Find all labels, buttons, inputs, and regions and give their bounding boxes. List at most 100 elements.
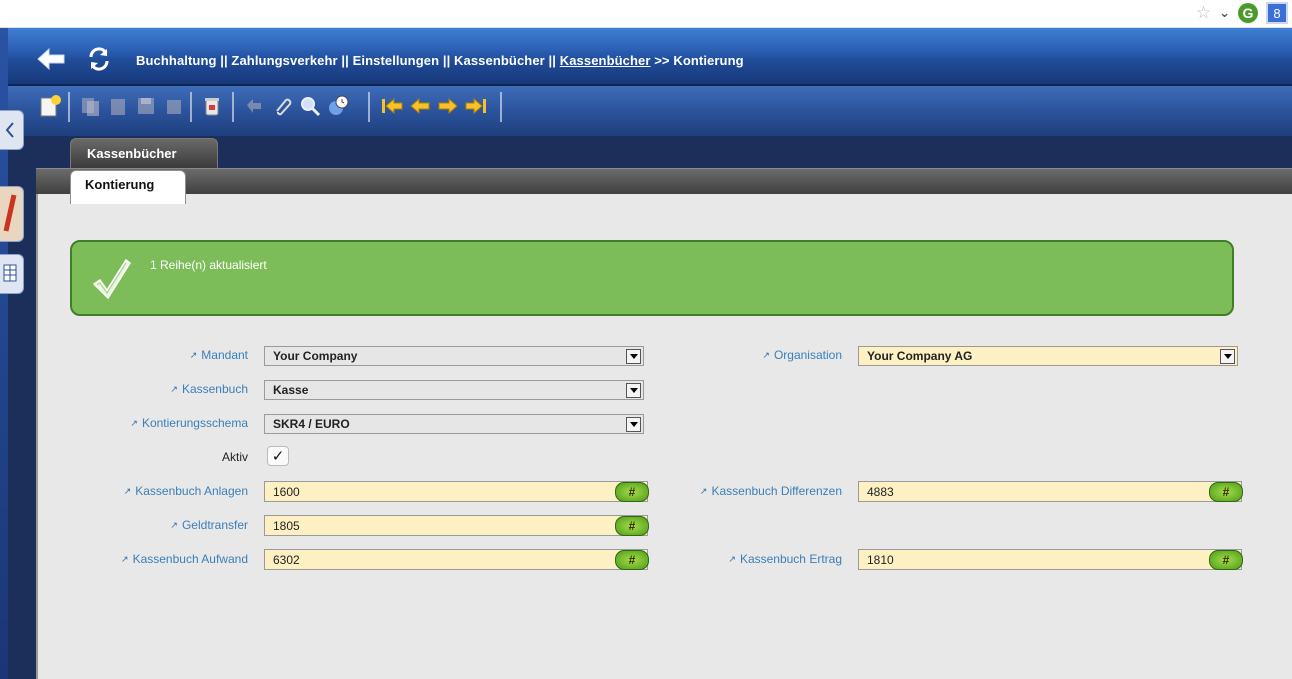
zoom-arrow-icon[interactable]: ↗ [728, 554, 736, 564]
aktiv-checkbox[interactable]: ✓ [267, 446, 289, 466]
first-record-button[interactable] [380, 94, 404, 118]
aktiv-label: Aktiv [221, 450, 248, 464]
zoom-arrow-icon[interactable]: ↗ [170, 520, 178, 530]
success-message-text: 1 Reihe(n) aktualisiert [150, 258, 267, 272]
save-button[interactable] [134, 94, 158, 118]
breadcrumb: Buchhaltung || Zahlungsverkehr || Einste… [136, 53, 744, 68]
kassenbuch-ertrag-label-text: Kassenbuch Ertrag [739, 552, 842, 566]
geldtransfer-value: 1805 [273, 519, 300, 533]
chevron-down-icon[interactable] [626, 417, 641, 432]
geldtransfer-input[interactable]: 1805 # [264, 515, 649, 536]
geldtransfer-label-text: Geldtransfer [181, 518, 248, 532]
paste-icon [111, 99, 125, 115]
breadcrumb-link-kassenbuecher[interactable]: Kassenbücher [560, 53, 651, 68]
header-bar: Buchhaltung || Zahlungsverkehr || Einste… [8, 28, 1292, 86]
previous-record-icon [410, 97, 430, 115]
last-record-button[interactable] [464, 94, 488, 118]
floppy-disk-icon [138, 98, 154, 114]
chevron-down-icon[interactable]: ⌄ [1219, 5, 1230, 21]
refresh-button[interactable] [84, 46, 114, 72]
side-tab-collapse[interactable] [0, 110, 24, 150]
checkmark-icon [92, 258, 132, 300]
attachment-button[interactable] [270, 94, 294, 118]
extension-8-icon[interactable]: 8 [1266, 2, 1288, 24]
copy-record-button[interactable] [78, 94, 102, 118]
kassenbuch-aufwand-label: ↗ Kassenbuch Aufwand [121, 552, 248, 566]
organisation-select[interactable]: Your Company AG [858, 346, 1238, 366]
account-lookup-button[interactable]: # [615, 482, 649, 502]
zoom-arrow-icon[interactable]: ↗ [190, 350, 198, 360]
back-button[interactable] [36, 46, 66, 72]
organisation-label-text: Organisation [773, 348, 842, 362]
kassenbuch-ertrag-value: 1810 [867, 553, 894, 567]
back-arrow-icon [37, 47, 65, 71]
kontierungsschema-value: SKR4 / EURO [273, 417, 350, 431]
refresh-icon [89, 47, 109, 71]
kontierungsschema-select[interactable]: SKR4 / EURO [264, 414, 644, 434]
kontierungsschema-label: ↗ Kontierungsschema [130, 416, 248, 430]
browser-icons: ☆ ⌄ G 8 [1196, 2, 1288, 24]
side-tab-grid[interactable] [0, 254, 24, 294]
success-message: 1 Reihe(n) aktualisiert [70, 240, 1234, 316]
kassenbuch-differenzen-label: ↗ Kassenbuch Differenzen [700, 484, 842, 498]
star-icon[interactable]: ☆ [1196, 3, 1211, 23]
save-new-button[interactable] [162, 94, 186, 118]
browser-toolbar-strip: ☆ ⌄ G 8 [0, 0, 1292, 28]
search-icon [301, 97, 321, 117]
account-lookup-button[interactable]: # [615, 516, 649, 536]
undo-icon [247, 99, 261, 113]
chevron-down-icon[interactable] [626, 349, 641, 364]
search-button[interactable] [298, 94, 322, 118]
kassenbuch-ertrag-input[interactable]: 1810 # [858, 549, 1243, 570]
mandant-label-text: Mandant [201, 348, 248, 362]
extension-g-icon[interactable]: G [1238, 3, 1258, 23]
account-lookup-button[interactable]: # [1209, 550, 1243, 570]
copy-icon [82, 98, 99, 116]
app-window: Buchhaltung || Zahlungsverkehr || Einste… [0, 28, 1292, 679]
organisation-label: ↗ Organisation [762, 348, 842, 362]
kassenbuch-anlagen-input[interactable]: 1600 # [264, 481, 649, 502]
zoom-arrow-icon[interactable]: ↗ [121, 554, 129, 564]
kassenbuch-label-text: Kassenbuch [181, 382, 248, 396]
next-record-button[interactable] [436, 94, 460, 118]
mandant-select[interactable]: Your Company [264, 346, 644, 366]
save-new-icon [167, 100, 181, 114]
history-button[interactable] [326, 94, 350, 118]
kontierungsschema-label-text: Kontierungsschema [141, 416, 248, 430]
delete-button[interactable] [200, 94, 224, 118]
mandant-label: ↗ Mandant [190, 348, 248, 362]
chevron-down-icon[interactable] [626, 383, 641, 398]
account-lookup-button[interactable]: # [1209, 482, 1243, 502]
kassenbuch-differenzen-input[interactable]: 4883 # [858, 481, 1243, 502]
pencil-icon [3, 194, 17, 232]
next-record-icon [438, 97, 458, 115]
zoom-arrow-icon[interactable]: ↗ [700, 486, 708, 496]
tab-kassenbuecher[interactable]: Kassenbücher [70, 138, 218, 168]
previous-record-button[interactable] [408, 94, 432, 118]
zoom-arrow-icon[interactable]: ↗ [130, 418, 138, 428]
kassenbuch-aufwand-label-text: Kassenbuch Aufwand [132, 552, 248, 566]
account-lookup-button[interactable]: # [615, 550, 649, 570]
grid-icon [3, 264, 17, 282]
kassenbuch-aufwand-input[interactable]: 6302 # [264, 549, 649, 570]
undo-button[interactable] [242, 94, 266, 118]
new-document-icon [40, 95, 61, 117]
kassenbuch-value: Kasse [273, 383, 309, 397]
mandant-value: Your Company [273, 349, 358, 363]
tab-kontierung[interactable]: Kontierung [70, 170, 186, 204]
paste-record-button[interactable] [106, 94, 130, 118]
breadcrumb-path: Buchhaltung || Zahlungsverkehr || Einste… [136, 53, 556, 68]
new-record-button[interactable] [38, 94, 62, 118]
zoom-arrow-icon[interactable]: ↗ [170, 384, 178, 394]
first-record-icon [382, 97, 403, 115]
trash-icon [205, 98, 219, 116]
last-record-icon [465, 97, 486, 115]
zoom-arrow-icon[interactable]: ↗ [762, 350, 770, 360]
chevron-down-icon[interactable] [1220, 349, 1235, 364]
side-tab-notes[interactable] [0, 186, 24, 242]
tab-area: Kassenbücher Kontierung [36, 136, 1292, 204]
organisation-value: Your Company AG [867, 349, 973, 363]
kassenbuch-select[interactable]: Kasse [264, 380, 644, 400]
sub-tab-bar [36, 168, 1292, 194]
zoom-arrow-icon[interactable]: ↗ [124, 486, 132, 496]
